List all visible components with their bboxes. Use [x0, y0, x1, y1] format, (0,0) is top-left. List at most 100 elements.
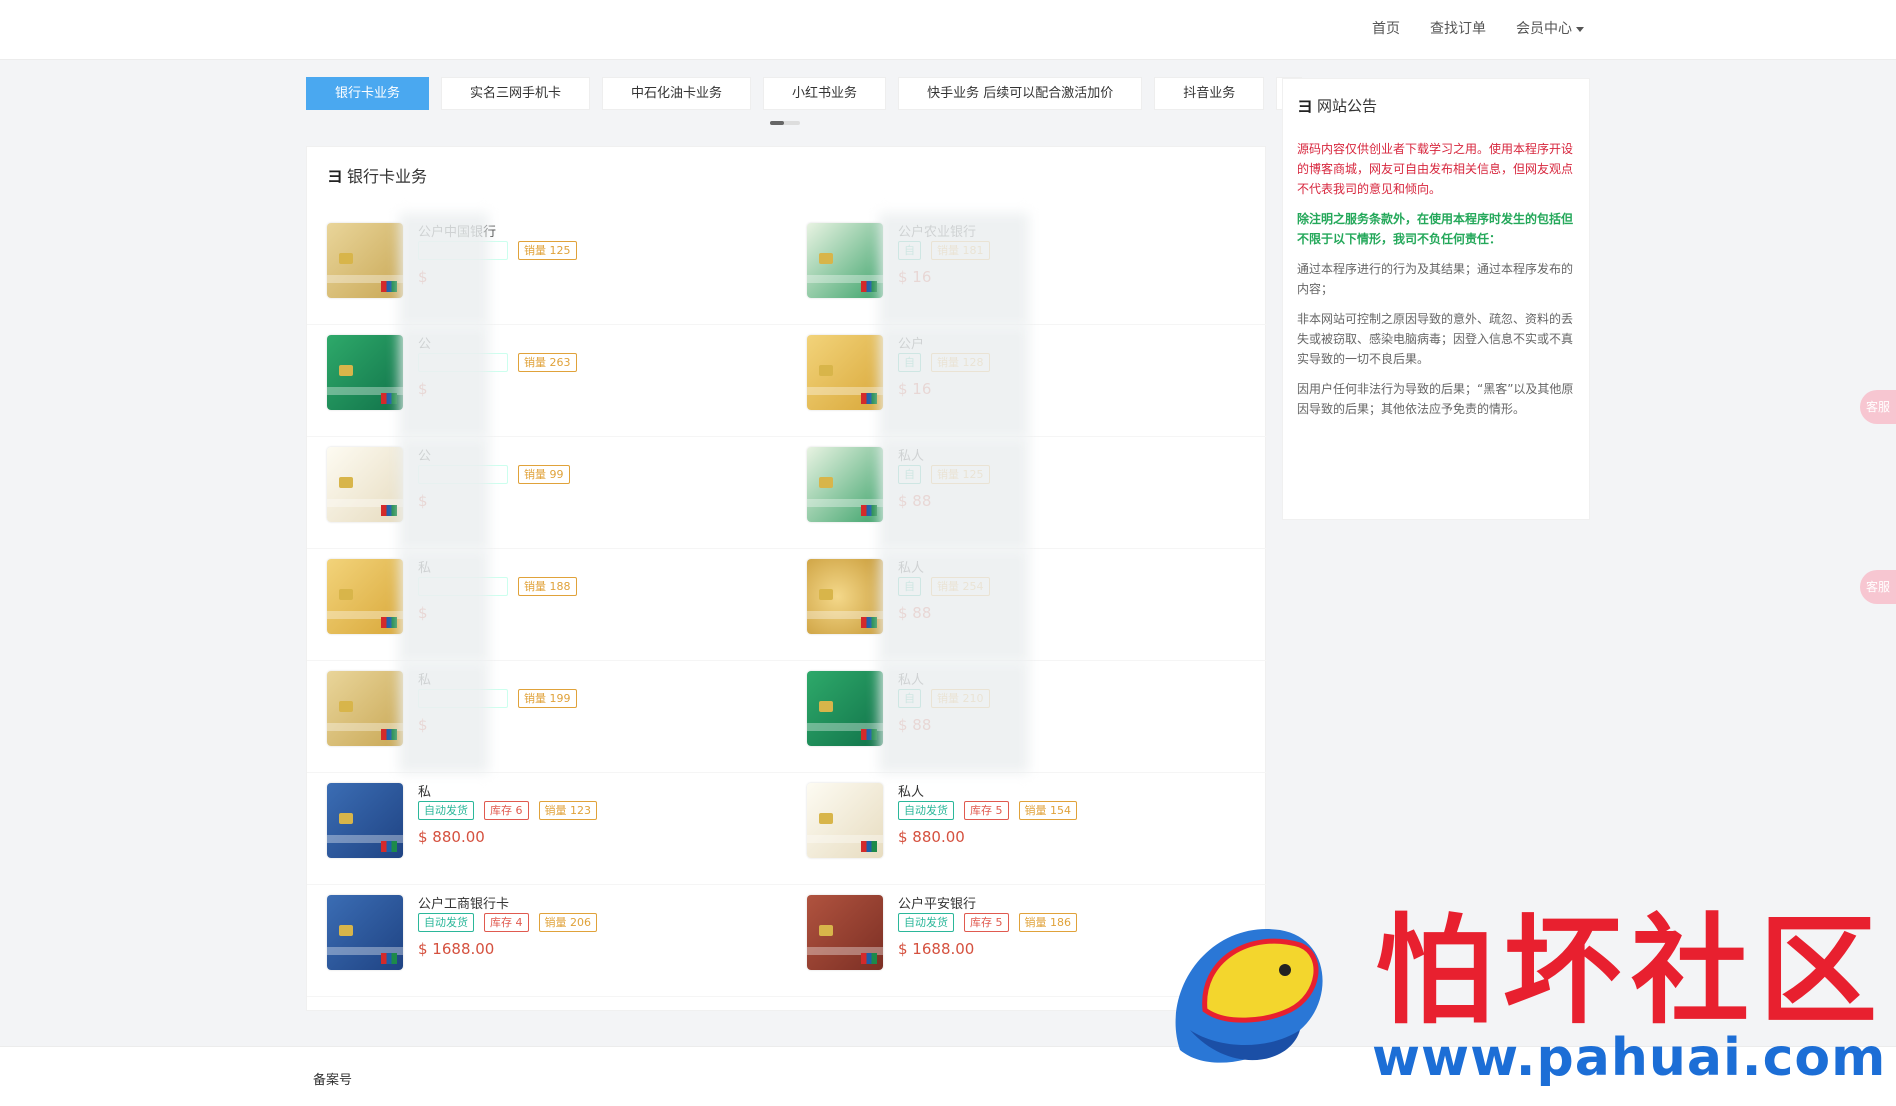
- product-item[interactable]: 公户工商银行卡 自动发货 库存 4 销量 206 $ 1688.00: [307, 885, 787, 997]
- product-item[interactable]: 私人自销量 125$ 88: [787, 437, 1267, 549]
- product-item[interactable]: 公户自销量 128$ 16: [787, 325, 1267, 437]
- blur-mask: [879, 325, 1029, 437]
- product-row: 私销量 188$私人自销量 254$ 88: [307, 549, 1267, 661]
- product-row: 公户中国银行销量 125$公户农业银行自销量 181$ 16: [307, 213, 1267, 325]
- nav-member-dropdown[interactable]: 会员中心: [1516, 18, 1584, 38]
- tab-douyin[interactable]: 抖音业务: [1154, 77, 1265, 110]
- bank-card-image: [327, 447, 403, 522]
- auto-delivery-badge: 自动发货: [898, 801, 954, 820]
- product-item[interactable]: 公销量 263$: [307, 325, 787, 437]
- blur-mask: [399, 437, 489, 549]
- tab-sinopec[interactable]: 中石化油卡业务: [602, 77, 752, 110]
- product-item[interactable]: 私人自销量 254$ 88: [787, 549, 1267, 661]
- product-name: 公户工商银行卡: [418, 897, 510, 912]
- bank-card-image: [327, 223, 403, 298]
- product-item[interactable]: 公销量 99$: [307, 437, 787, 549]
- section-icon: ヨ: [327, 167, 344, 186]
- stock-badge: 库存 5: [964, 801, 1009, 820]
- product-item[interactable]: 公户农业银行自销量 181$ 16: [787, 213, 1267, 325]
- sales-badge: 销量 154: [1018, 801, 1077, 820]
- bank-card-image: [327, 335, 403, 410]
- product-row: 公销量 99$私人自销量 125$ 88: [307, 437, 1267, 549]
- product-price: $ 880.00: [418, 828, 485, 846]
- nav-home-link[interactable]: 首页: [1372, 18, 1400, 38]
- stock-badge: 库存 5: [964, 913, 1009, 932]
- tab-kuaishou[interactable]: 快手业务 后续可以配合激活加价: [898, 77, 1143, 110]
- bank-card-image: [807, 895, 883, 970]
- stock-badge: 库存 6: [484, 801, 529, 820]
- notice-title-text: 网站公告: [1317, 96, 1378, 115]
- side-service-button[interactable]: 客服: [1860, 390, 1896, 424]
- sales-badge: 销量 186: [1018, 913, 1077, 932]
- blur-mask: [879, 437, 1029, 549]
- bank-card-image: [807, 559, 883, 634]
- section-icon: ヨ: [1297, 97, 1314, 116]
- notice-paragraph-5: 因用户任何非法行为导致的后果；“黑客”以及其他原因导致的后果；其他依法应予免责的…: [1297, 382, 1574, 416]
- product-badges: 自动发货 库存 5 销量 186: [898, 913, 1077, 932]
- side-service-label: 客服: [1865, 400, 1890, 414]
- product-grid: 公户中国银行销量 125$公户农业银行自销量 181$ 16公销量 263$公户…: [307, 213, 1267, 997]
- notice-paragraph-3: 通过本程序进行的行为及其结果；通过本程序发布的内容；: [1297, 262, 1574, 296]
- fish-logo-icon: [1175, 929, 1323, 1063]
- tab-xiaohongshu[interactable]: 小红书业务: [763, 77, 887, 110]
- product-item[interactable]: 私销量 188$: [307, 549, 787, 661]
- product-row: 私自动发货 库存 6 销量 123 $ 880.00 私人 自动发货 库存 5 销量 154 $…: [307, 773, 1267, 885]
- bank-card-image: [327, 559, 403, 634]
- product-item[interactable]: 公户中国银行销量 125$: [307, 213, 787, 325]
- auto-delivery-badge: 自动发货: [418, 913, 474, 932]
- category-tabs: 银行卡业务 实名三网手机卡 中石化油卡业务 小红书业务 快手业务 后续可以配合激…: [306, 77, 1303, 110]
- bank-card-image: [807, 447, 883, 522]
- sales-badge: 销量 188: [518, 577, 577, 596]
- nav-member-label: 会员中心: [1516, 21, 1572, 37]
- panel-title: ヨ 银行卡业务: [327, 163, 427, 187]
- auto-delivery-badge: 自动发货: [418, 801, 474, 820]
- side-service-button-2[interactable]: 客服: [1860, 570, 1896, 604]
- tab-scroll-indicator[interactable]: [770, 121, 800, 125]
- product-row: 公户工商银行卡 自动发货 库存 4 销量 206 $ 1688.00 公户平安银行 自动发货…: [307, 885, 1267, 997]
- sales-badge: 销量 99: [518, 465, 570, 484]
- product-item[interactable]: 私人自销量 210$ 88: [787, 661, 1267, 773]
- product-item[interactable]: 私销量 199$: [307, 661, 787, 773]
- bank-card-image: [327, 783, 403, 858]
- product-item[interactable]: 私自动发货 库存 6 销量 123 $ 880.00: [307, 773, 787, 885]
- footer-beian[interactable]: 备案号: [313, 1069, 352, 1088]
- blur-mask: [879, 213, 1029, 325]
- product-item[interactable]: 私人 自动发货 库存 5 销量 154 $ 880.00: [787, 773, 1267, 885]
- notice-panel: ヨ 网站公告 源码内容仅供创业者下载学习之用。使用本程序开设的博客商城，网友可自…: [1282, 78, 1590, 520]
- blur-mask: [399, 549, 489, 661]
- auto-delivery-badge: 自动发货: [898, 913, 954, 932]
- product-name: 私人: [898, 785, 925, 800]
- nav-orders-link[interactable]: 查找订单: [1430, 18, 1486, 38]
- tab-bank-card[interactable]: 银行卡业务: [306, 77, 430, 110]
- product-badges: 自动发货 库存 4 销量 206: [418, 913, 597, 932]
- sales-badge: 销量 199: [518, 689, 577, 708]
- product-price: $ 880.00: [898, 828, 965, 846]
- tab-phone-card[interactable]: 实名三网手机卡: [441, 77, 591, 110]
- bank-card-image: [807, 335, 883, 410]
- panel-title-text: 银行卡业务: [347, 167, 428, 186]
- product-row: 私销量 199$私人自销量 210$ 88: [307, 661, 1267, 773]
- top-bar: 首页 查找订单 会员中心: [0, 0, 1896, 60]
- blur-mask: [879, 549, 1029, 661]
- sales-badge: 销量 123: [538, 801, 597, 820]
- blur-mask: [399, 213, 489, 325]
- product-price: $ 1688.00: [418, 940, 495, 958]
- product-badges: 自动发货 库存 6 销量 123: [418, 801, 597, 820]
- product-price: $ 1688.00: [898, 940, 975, 958]
- bank-card-image: [807, 223, 883, 298]
- notice-paragraph-1: 源码内容仅供创业者下载学习之用。使用本程序开设的博客商城，网友可自由发布相关信息…: [1297, 142, 1574, 196]
- product-badges: 自动发货 库存 5 销量 154: [898, 801, 1077, 820]
- sales-badge: 销量 125: [518, 241, 577, 260]
- sales-badge: 销量 263: [518, 353, 577, 372]
- notice-paragraph-2: 除注明之服务条款外，在使用本程序时发生的包括但不限于以下情形，我司不负任何责任：: [1297, 212, 1574, 246]
- bank-card-image: [807, 671, 883, 746]
- product-row: 公销量 263$公户自销量 128$ 16: [307, 325, 1267, 437]
- top-nav: 首页 查找订单 会员中心: [1372, 18, 1584, 38]
- notice-paragraph-4: 非本网站可控制之原因导致的意外、疏忽、资料的丢失或被窃取、感染电脑病毒；因登入信…: [1297, 312, 1574, 366]
- blur-mask: [399, 325, 489, 437]
- bank-card-image: [327, 671, 403, 746]
- product-name: 公户平安银行: [898, 897, 977, 912]
- notice-body: 源码内容仅供创业者下载学习之用。使用本程序开设的博客商城，网友可自由发布相关信息…: [1297, 139, 1577, 429]
- product-name: 私: [418, 785, 432, 800]
- chevron-down-icon: [1576, 26, 1584, 32]
